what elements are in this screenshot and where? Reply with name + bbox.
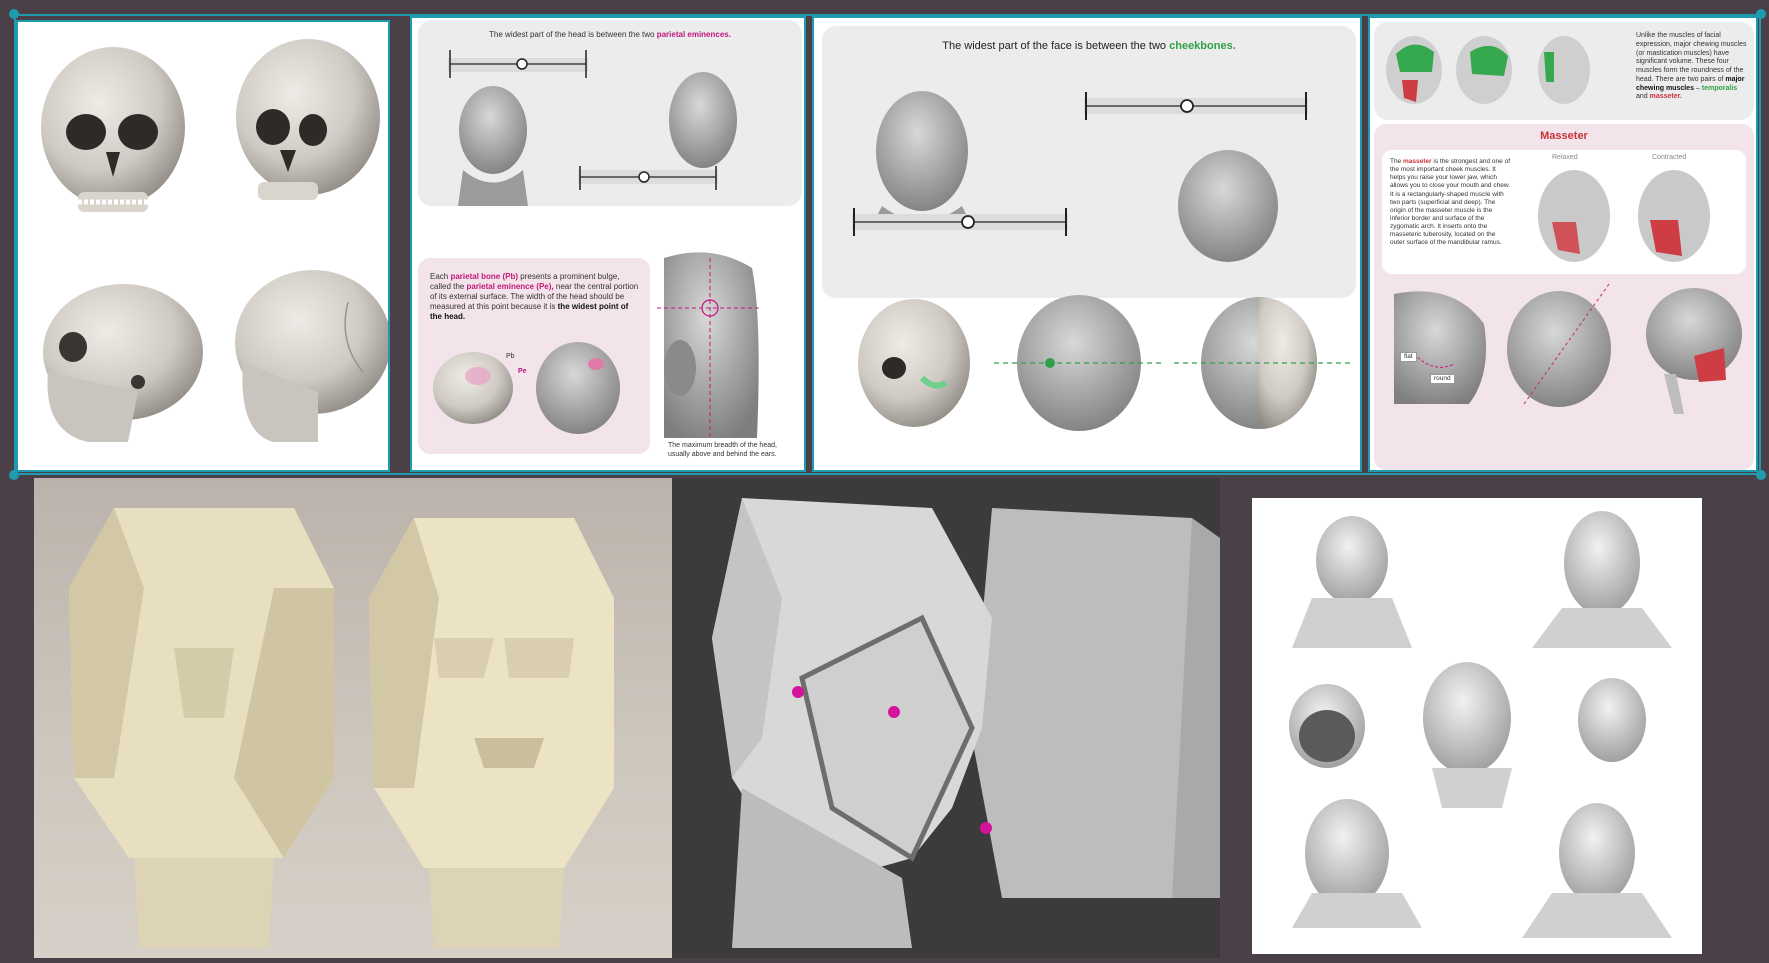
- chewing-muscles-card: Unlike the muscles of facial expression,…: [1374, 22, 1754, 120]
- skull-three-quarter-view: [236, 39, 380, 200]
- ecorche-heads-panel[interactable]: [1252, 498, 1702, 954]
- lowpoly-head-illustrations: [712, 498, 1220, 948]
- hotspot-cheekbone[interactable]: [888, 706, 900, 718]
- rear-head-illustration: [1507, 283, 1611, 407]
- lowpoly-head-foreground: [712, 498, 992, 948]
- masseter-panel[interactable]: Unlike the muscles of facial expression,…: [1368, 16, 1758, 472]
- face-profile-illustration: [1394, 291, 1487, 404]
- ecorche-three-quarter-bottom-left: [1292, 799, 1422, 928]
- ecorche-top-view-middle-left: [1289, 684, 1365, 768]
- chewing-muscles-intro: Unlike the muscles of facial expression,…: [1636, 32, 1747, 101]
- tag-flat: flat: [1400, 352, 1417, 363]
- planar-heads-panel[interactable]: [34, 478, 672, 958]
- hotspot-temple[interactable]: [792, 686, 804, 698]
- selection-handle-top-left[interactable]: [9, 9, 19, 19]
- zygomatic-illustrations: [858, 295, 1354, 431]
- ecorche-back-view-top-left: [1292, 516, 1412, 648]
- planar-head-detailed: [369, 518, 614, 948]
- moodboard-canvas[interactable]: The widest part of the head is between t…: [0, 0, 1769, 963]
- ear-side-illustration: [657, 252, 762, 438]
- skull-zygomatic-illustration: [858, 299, 970, 427]
- ecorche-front-view-top-right: [1532, 511, 1672, 648]
- hotspot-jaw[interactable]: [980, 822, 992, 834]
- ecorche-back-view-bottom-right: [1522, 803, 1672, 938]
- ecorche-head-illustrations: [1289, 511, 1672, 938]
- masseter-volume-illustrations: [1394, 283, 1742, 414]
- parietal-eminence-panel[interactable]: The widest part of the head is between t…: [410, 16, 806, 472]
- skull-illustrations: [41, 39, 388, 442]
- cheekbone-panel[interactable]: The widest part of the face is between t…: [812, 16, 1362, 472]
- planar-head-illustrations: [69, 508, 614, 948]
- ear-side-caption: The maximum breadth of the head, usually…: [668, 442, 777, 458]
- side-head-cheekbone-illustration: [994, 295, 1164, 431]
- neck-spine-masseter-illustration: [1646, 288, 1742, 414]
- skull-rear-three-quarter-view: [235, 270, 388, 442]
- ecorche-back-view-middle-right: [1578, 678, 1646, 762]
- lowpoly-heads-panel[interactable]: [672, 478, 1220, 958]
- skull-views-panel[interactable]: [16, 20, 390, 472]
- skull-side-view: [43, 284, 203, 442]
- skull-front-view: [41, 47, 185, 212]
- tag-round: round: [1430, 374, 1455, 385]
- planar-head-simple: [69, 508, 334, 948]
- masseter-card: Masseter The masseter is the strongest a…: [1374, 124, 1754, 470]
- ecorche-three-quarter-middle: [1423, 662, 1512, 808]
- lowpoly-head-background: [972, 508, 1220, 898]
- half-skull-face-illustration: [1174, 297, 1354, 429]
